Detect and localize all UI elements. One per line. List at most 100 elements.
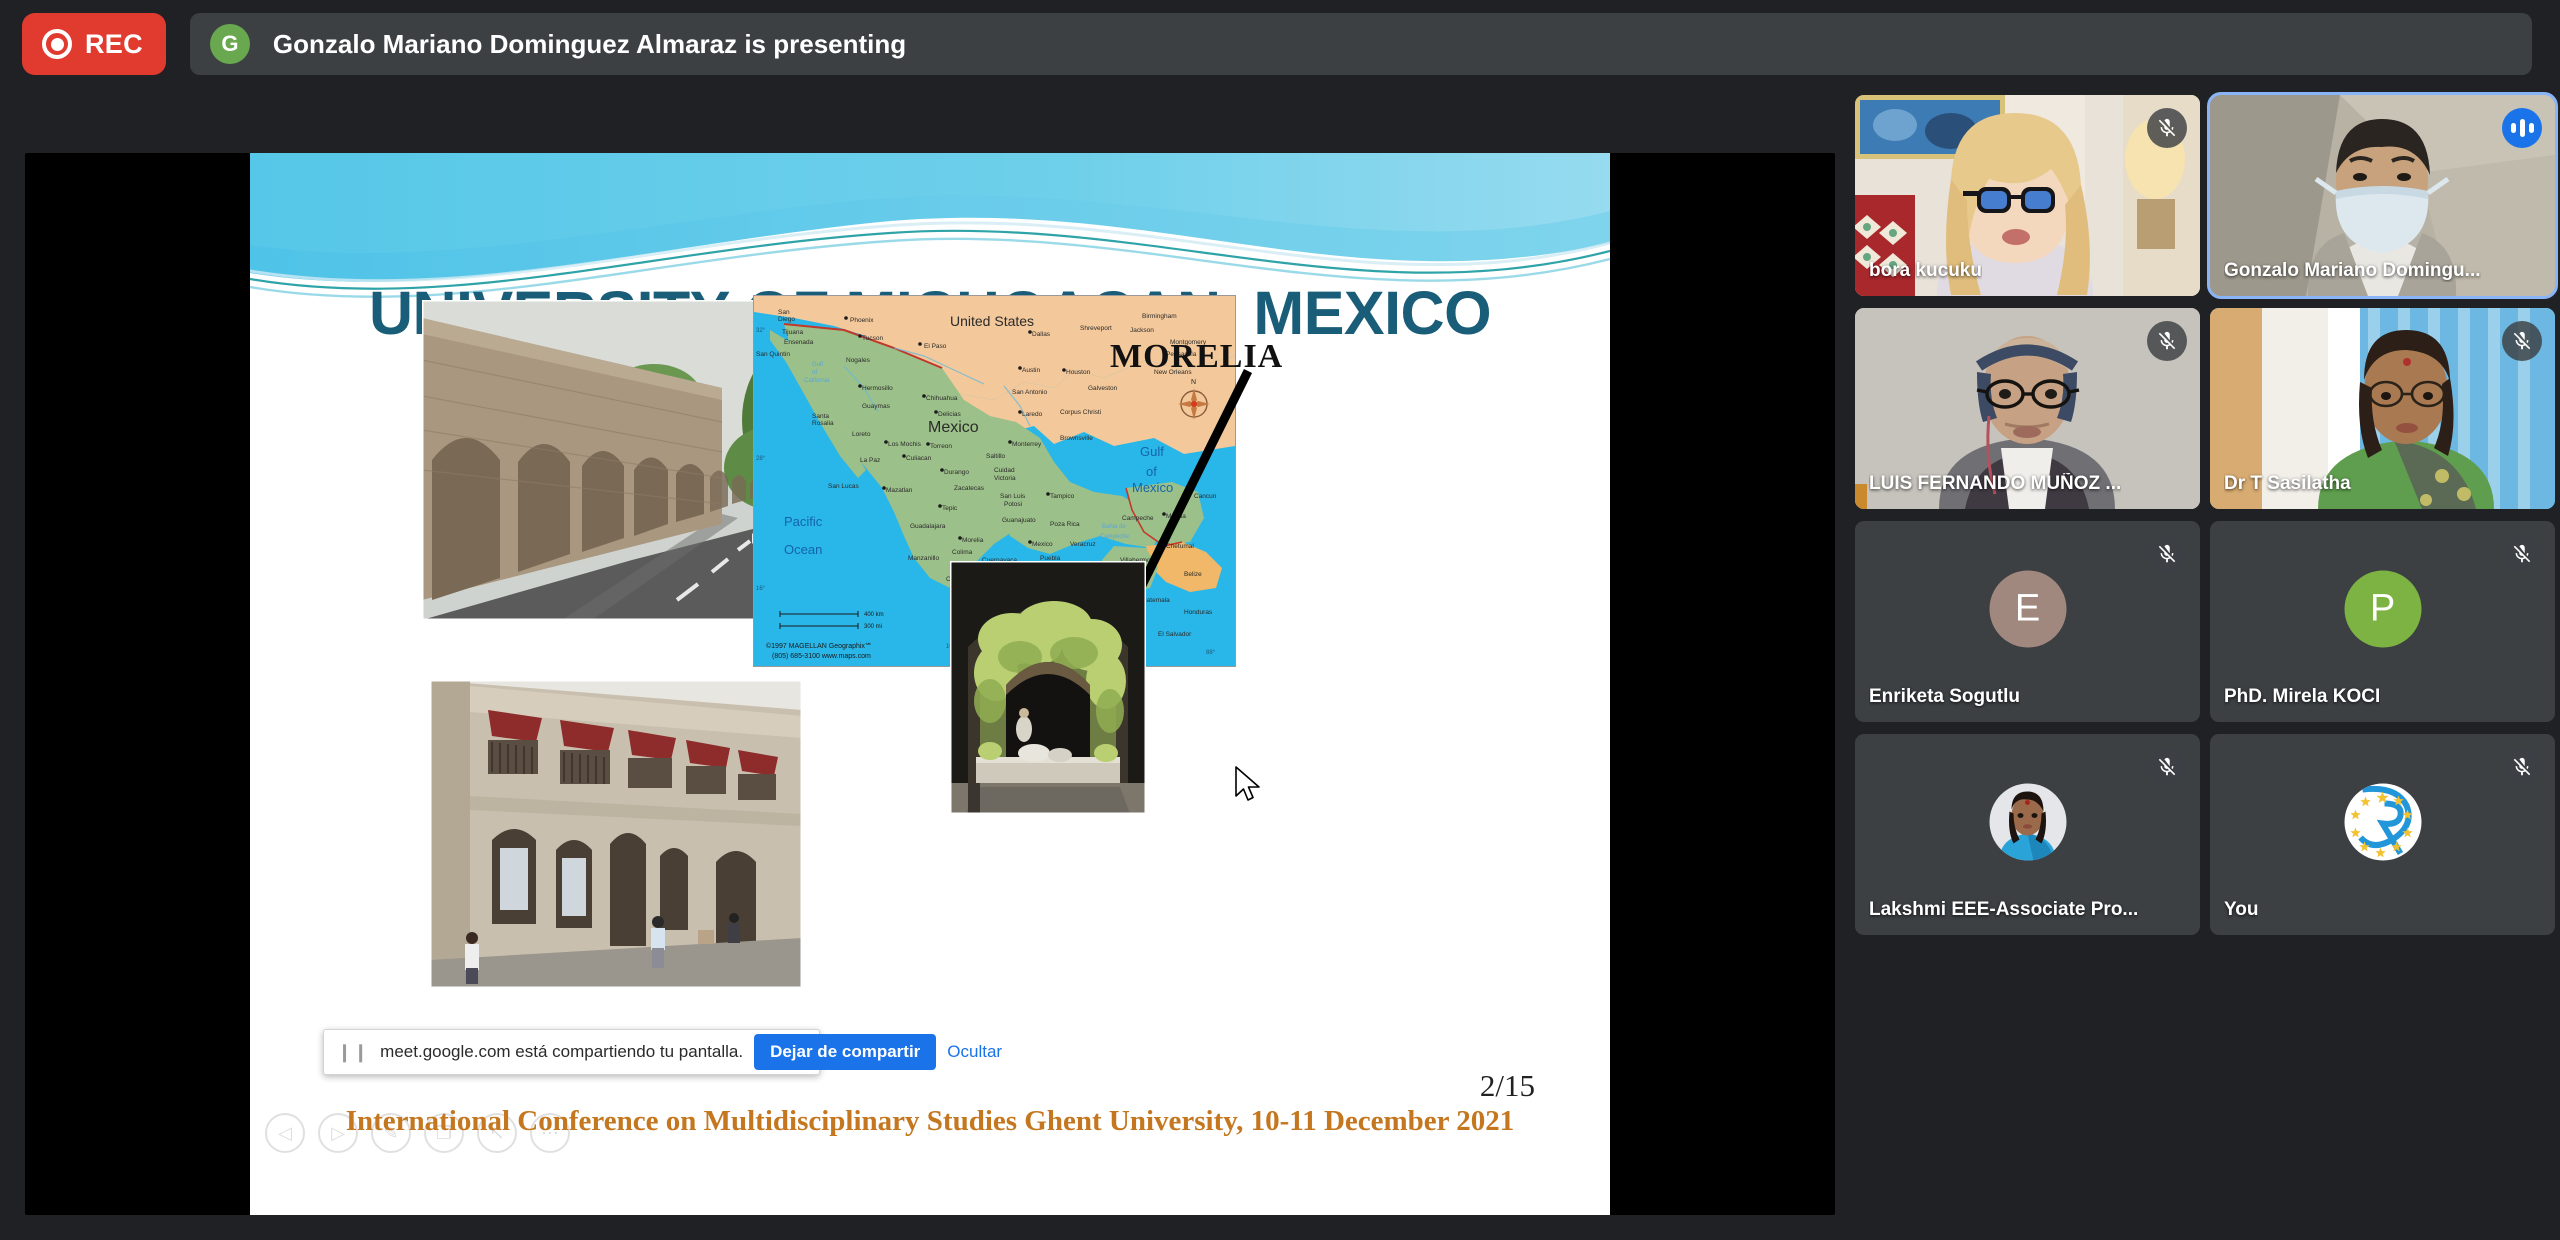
svg-text:Mexico: Mexico (1132, 480, 1173, 495)
participant-name: Dr T Sasilatha (2224, 473, 2351, 495)
svg-text:United States: United States (950, 313, 1034, 329)
svg-text:Culiacan: Culiacan (906, 455, 932, 462)
participant-tile-lakshmi[interactable]: Lakshmi EEE-Associate Pro... (1855, 734, 2200, 935)
record-icon (42, 29, 72, 59)
google-meet-window: REC G Gonzalo Mariano Dominguez Almaraz … (0, 0, 2560, 1240)
svg-text:Guadalajara: Guadalajara (910, 523, 946, 530)
svg-text:of: of (812, 370, 817, 376)
svg-text:Austin: Austin (1022, 367, 1040, 374)
svg-text:Tampico: Tampico (1050, 493, 1075, 500)
svg-text:Dallas: Dallas (1032, 331, 1051, 338)
participant-name: bora kucuku (1869, 260, 1982, 282)
stop-sharing-button[interactable]: Dejar de compartir (754, 1034, 936, 1070)
presenting-status-text: Gonzalo Mariano Dominguez Almaraz is pre… (273, 29, 906, 60)
avatar-initial: P (2344, 571, 2421, 648)
svg-text:©1997 MAGELLAN Geographix℠: ©1997 MAGELLAN Geographix℠ (766, 642, 872, 650)
svg-text:of: of (1146, 464, 1157, 479)
svg-text:Bahia de: Bahia de (1102, 524, 1126, 530)
mic-muted-icon (2147, 747, 2187, 787)
svg-text:Houston: Houston (1066, 369, 1091, 376)
svg-text:Birmingham: Birmingham (1142, 313, 1177, 320)
svg-text:Jackson: Jackson (1130, 327, 1154, 334)
active-speaker-icon (2502, 108, 2542, 148)
photo-courtyard-archway (950, 561, 1146, 814)
svg-text:Manzanillo: Manzanillo (908, 555, 939, 562)
map-scale-bottom: 300 mi (864, 624, 882, 630)
svg-text:Gulf: Gulf (812, 362, 823, 368)
avatar-initial: E (1989, 571, 2066, 648)
svg-text:Diego: Diego (778, 316, 795, 323)
svg-text:28°: 28° (756, 456, 766, 462)
svg-text:Mazatlan: Mazatlan (886, 487, 913, 494)
share-message: meet.google.com está compartiendo tu pan… (380, 1042, 743, 1062)
svg-text:Delicias: Delicias (938, 411, 962, 418)
mic-muted-icon (2147, 534, 2187, 574)
participant-row: LUIS FERNANDO MUÑOZ ... (1855, 308, 2555, 509)
svg-text:Cuidad: Cuidad (994, 467, 1015, 474)
svg-text:Chihuahua: Chihuahua (926, 395, 958, 402)
svg-text:Torreon: Torreon (930, 443, 952, 450)
svg-text:Honduras: Honduras (1184, 609, 1213, 616)
participant-row: E Enriketa Sogutlu P PhD. Mirela KOCI (1855, 521, 2555, 722)
svg-text:Guanajuato: Guanajuato (1002, 517, 1036, 524)
svg-text:San Antonio: San Antonio (1012, 389, 1047, 396)
participant-tile-phd-mirela-koci[interactable]: P PhD. Mirela KOCI (2210, 521, 2555, 722)
screen-share-notification-bar: ❙❙ meet.google.com está compartiendo tu … (323, 1029, 820, 1075)
participant-row: bora kucuku (1855, 95, 2555, 296)
svg-text:Galveston: Galveston (1088, 385, 1118, 392)
svg-text:Belize: Belize (1184, 571, 1202, 578)
svg-text:La Paz: La Paz (860, 457, 880, 464)
svg-text:N: N (1191, 379, 1196, 386)
svg-text:Saltillo: Saltillo (986, 453, 1006, 460)
avatar-logo (2344, 784, 2421, 861)
svg-text:Cancun: Cancun (1194, 493, 1217, 500)
participant-tile-you[interactable]: You (2210, 734, 2555, 935)
slide-footer-text: International Conference on Multidiscipl… (250, 1105, 1610, 1138)
participant-name: You (2224, 899, 2258, 921)
svg-text:El Paso: El Paso (924, 343, 947, 350)
mic-muted-icon (2502, 747, 2542, 787)
participant-tile-dr-t-sasilatha[interactable]: Dr T Sasilatha (2210, 308, 2555, 509)
map-callout-label: MORELIA (1110, 338, 1283, 376)
svg-text:Potosi: Potosi (1004, 501, 1022, 508)
svg-text:Morelia: Morelia (962, 537, 984, 544)
svg-text:San Lucas: San Lucas (828, 483, 859, 490)
svg-text:Colima: Colima (952, 549, 973, 556)
svg-text:Monterrey: Monterrey (1012, 441, 1042, 448)
svg-text:Loreto: Loreto (852, 431, 871, 438)
participant-name: LUIS FERNANDO MUÑOZ ... (1869, 473, 2121, 495)
participant-tile-gonzalo[interactable]: Gonzalo Mariano Domingu... (2210, 95, 2555, 296)
svg-text:Victoria: Victoria (994, 475, 1016, 482)
slide-page-number: 2/15 (1480, 1068, 1535, 1104)
svg-text:Tucson: Tucson (862, 335, 883, 342)
recording-label: REC (85, 29, 143, 60)
mic-muted-icon (2147, 321, 2187, 361)
participant-tile-enriketa-sogutlu[interactable]: E Enriketa Sogutlu (1855, 521, 2200, 722)
svg-text:Campeche: Campeche (1100, 534, 1130, 540)
svg-text:Poza Rica: Poza Rica (1050, 521, 1080, 528)
svg-text:Merida: Merida (1166, 513, 1186, 520)
svg-text:Tijuana: Tijuana (782, 329, 803, 336)
participant-tile-luis-fernando[interactable]: LUIS FERNANDO MUÑOZ ... (1855, 308, 2200, 509)
hide-bar-button[interactable]: Ocultar (947, 1042, 1002, 1062)
pause-icon[interactable]: ❙❙ (337, 1043, 369, 1061)
svg-text:San Quintin: San Quintin (756, 351, 790, 358)
svg-text:San Luis: San Luis (1000, 493, 1026, 500)
mouse-cursor (1234, 766, 1266, 808)
participant-tile-bora-kucuku[interactable]: bora kucuku (1855, 95, 2200, 296)
svg-text:Pacific: Pacific (784, 514, 823, 529)
svg-text:California: California (804, 378, 830, 384)
recording-badge[interactable]: REC (22, 13, 166, 75)
svg-text:Ensenada: Ensenada (784, 339, 814, 346)
presenting-banner: G Gonzalo Mariano Dominguez Almaraz is p… (190, 13, 2532, 75)
svg-text:Campeche: Campeche (1122, 515, 1154, 522)
svg-text:Gulf: Gulf (1140, 444, 1164, 459)
svg-text:Guaymas: Guaymas (862, 403, 891, 410)
svg-text:El Salvador: El Salvador (1158, 631, 1192, 638)
avatar-photo (1989, 784, 2066, 861)
svg-text:88°: 88° (1206, 650, 1216, 656)
svg-text:Ocean: Ocean (784, 542, 822, 557)
top-bar: REC G Gonzalo Mariano Dominguez Almaraz … (0, 0, 2560, 88)
participant-grid: bora kucuku (1855, 95, 2555, 947)
svg-text:32°: 32° (756, 328, 766, 334)
